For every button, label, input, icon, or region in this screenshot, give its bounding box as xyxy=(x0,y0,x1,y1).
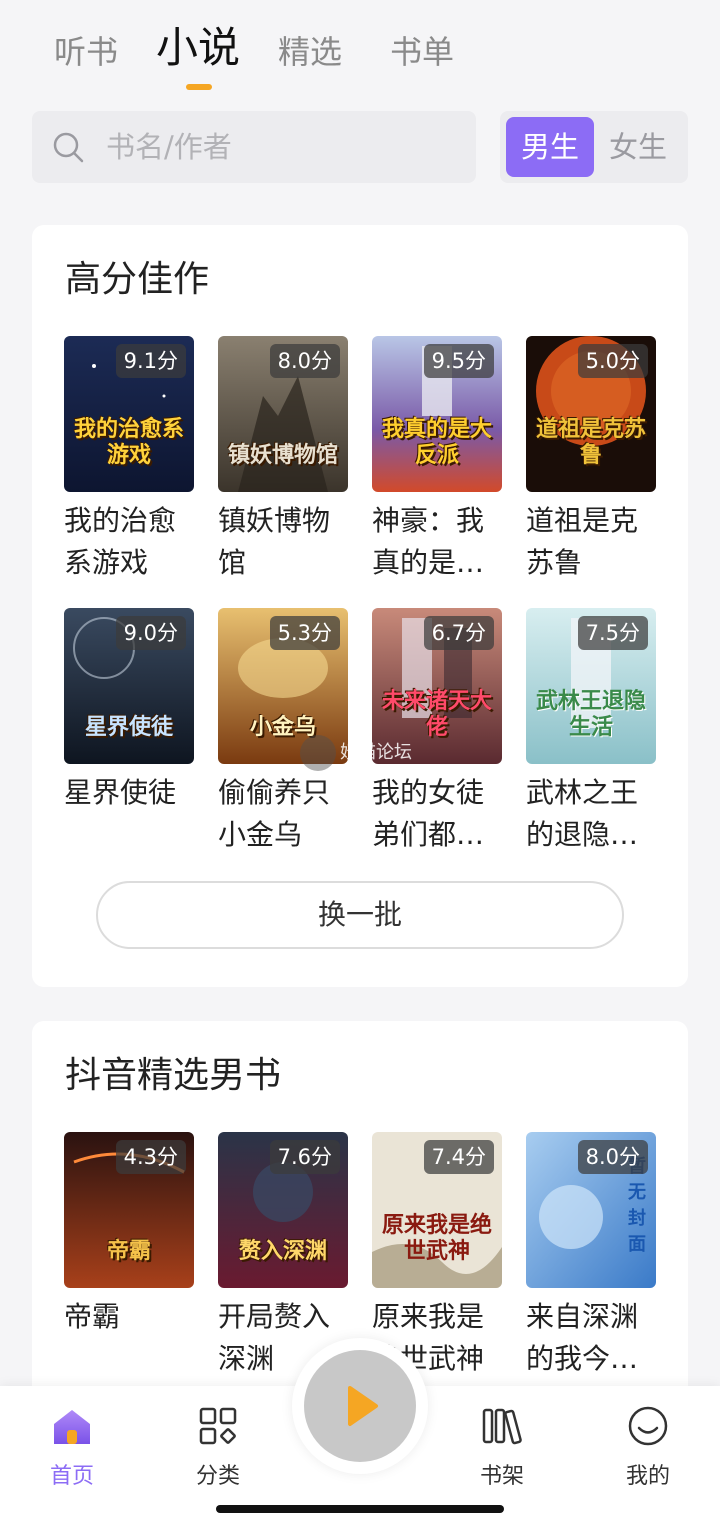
book-title: 镇妖博物馆 xyxy=(218,504,331,579)
bookshelf-icon xyxy=(482,1408,522,1445)
search-placeholder: 书名/作者 xyxy=(106,130,232,164)
cover-text: 赘入深渊 xyxy=(238,1238,327,1264)
profile-icon xyxy=(628,1406,668,1446)
gender-male-button[interactable]: 男生 xyxy=(506,117,594,177)
tab-active-indicator xyxy=(186,84,212,90)
book-cover: 武林王退隐生活 7.5分 xyxy=(526,608,656,764)
book-title: 帝霸 xyxy=(64,1300,121,1333)
book-cover: 帝霸 4.3分 xyxy=(64,1132,194,1288)
book-card[interactable]: 原来我是绝世武神 7.4分 原来我是绝世武神 xyxy=(372,1132,502,1380)
score-badge: 4.3分 xyxy=(115,1140,186,1174)
book-card[interactable]: 镇妖博物馆 8.0分 镇妖博物馆 xyxy=(218,336,348,584)
refresh-batch-button[interactable]: 换一批 xyxy=(96,881,624,949)
book-title: 星界使徒 xyxy=(64,776,177,809)
forum-watermark: 妖猫论坛 xyxy=(300,733,430,773)
cover-text: 原来我是绝世武神 xyxy=(381,1212,492,1264)
watermark-text: 妖猫论坛 xyxy=(340,742,412,763)
search-icon xyxy=(53,132,84,163)
play-button-ring xyxy=(292,1338,428,1474)
section-title: 高分佳作 xyxy=(65,259,210,300)
cover-text: 星界使徒 xyxy=(84,714,173,740)
score-badge: 7.4分 xyxy=(423,1140,494,1174)
book-card[interactable]: 武林王退隐生活 7.5分 武林之王的退隐… xyxy=(526,608,656,856)
tab-listen[interactable]: 听书 xyxy=(54,28,118,76)
home-indicator xyxy=(216,1505,504,1513)
cover-text: 我真的是大反派 xyxy=(381,416,492,468)
tab-booklist[interactable]: 书单 xyxy=(390,28,454,76)
book-title: 神豪：我真的是… xyxy=(372,504,485,579)
score-badge: 5.0分 xyxy=(577,344,648,378)
book-card[interactable]: 小金乌 5.3分 偷偷养只小金乌 xyxy=(218,608,348,856)
book-title: 来自深渊的我今… xyxy=(526,1300,639,1375)
category-icon xyxy=(199,1407,237,1445)
nav-profile[interactable]: 我的 xyxy=(598,1404,698,1490)
score-badge: 7.5分 xyxy=(577,616,648,650)
book-card[interactable]: 未来诸天大佬 6.7分 我的女徒弟们都… xyxy=(372,608,502,856)
gender-toggle: 男生 女生 xyxy=(500,111,688,183)
cover-text: 我的治愈系游戏 xyxy=(73,416,184,468)
score-badge: 8.0分 xyxy=(269,344,340,378)
play-button[interactable] xyxy=(304,1350,416,1462)
gender-female-button[interactable]: 女生 xyxy=(594,117,682,177)
book-card[interactable]: 星界使徒 9.0分 星界使徒 xyxy=(64,608,194,814)
book-title: 我的女徒弟们都… xyxy=(372,776,485,851)
book-cover: 镇妖博物馆 8.0分 xyxy=(218,336,348,492)
score-badge: 8.0分 xyxy=(577,1140,648,1174)
book-cover: 我真的是大反派 9.5分 xyxy=(372,336,502,492)
nav-label: 书架 xyxy=(479,1464,524,1489)
book-cover: 暂无封面 8.0分 xyxy=(526,1132,656,1288)
nav-label: 我的 xyxy=(625,1464,670,1489)
cover-text: 帝霸 xyxy=(106,1238,151,1264)
cover-text: 武林王退隐生活 xyxy=(535,688,646,740)
book-title: 偷偷养只小金乌 xyxy=(218,776,331,851)
score-badge: 5.3分 xyxy=(269,616,340,650)
section-title: 抖音精选男书 xyxy=(65,1055,282,1096)
tab-novel[interactable]: 小说 xyxy=(156,24,240,72)
book-card[interactable]: 暂无封面 8.0分 来自深渊的我今… xyxy=(526,1132,656,1380)
search-input[interactable]: 书名/作者 xyxy=(32,111,476,183)
cover-text: 镇妖博物馆 xyxy=(227,442,338,468)
nav-label: 分类 xyxy=(195,1464,240,1489)
tab-selected[interactable]: 精选 xyxy=(278,28,342,76)
book-cover: 原来我是绝世武神 7.4分 xyxy=(372,1132,502,1288)
score-badge: 9.5分 xyxy=(423,344,494,378)
nav-home[interactable]: 首页 xyxy=(22,1404,122,1490)
watermark-logo-icon xyxy=(300,735,336,771)
cover-text: 道祖是克苏鲁 xyxy=(535,416,646,468)
nav-bookshelf[interactable]: 书架 xyxy=(452,1404,552,1490)
book-card[interactable]: 我的治愈系游戏 9.1分 我的治愈系游戏 xyxy=(64,336,194,584)
nav-label: 首页 xyxy=(49,1464,94,1489)
nav-category[interactable]: 分类 xyxy=(168,1404,268,1490)
book-title: 道祖是克苏鲁 xyxy=(526,504,639,579)
book-card[interactable]: 帝霸 4.3分 帝霸 xyxy=(64,1132,194,1338)
top-tab-bar: 听书 小说 精选 书单 xyxy=(0,0,720,100)
book-cover: 星界使徒 9.0分 xyxy=(64,608,194,764)
high-score-section: 高分佳作 我的治愈系游戏 9.1分 我的治愈系游戏 镇妖博物馆 8.0分 镇妖博… xyxy=(32,225,688,987)
book-title: 我的治愈系游戏 xyxy=(64,504,177,579)
book-title: 武林之王的退隐… xyxy=(526,776,639,851)
score-badge: 7.6分 xyxy=(269,1140,340,1174)
score-badge: 9.0分 xyxy=(115,616,186,650)
book-card[interactable]: 道祖是克苏鲁 5.0分 道祖是克苏鲁 xyxy=(526,336,656,584)
book-cover: 道祖是克苏鲁 5.0分 xyxy=(526,336,656,492)
score-badge: 6.7分 xyxy=(423,616,494,650)
book-card[interactable]: 我真的是大反派 9.5分 神豪：我真的是… xyxy=(372,336,502,584)
score-badge: 9.1分 xyxy=(115,344,186,378)
home-icon xyxy=(54,1410,90,1444)
book-cover: 赘入深渊 7.6分 xyxy=(218,1132,348,1288)
book-cover: 我的治愈系游戏 9.1分 xyxy=(64,336,194,492)
play-icon xyxy=(348,1386,378,1426)
book-card[interactable]: 赘入深渊 7.6分 开局赘入深渊 xyxy=(218,1132,348,1380)
